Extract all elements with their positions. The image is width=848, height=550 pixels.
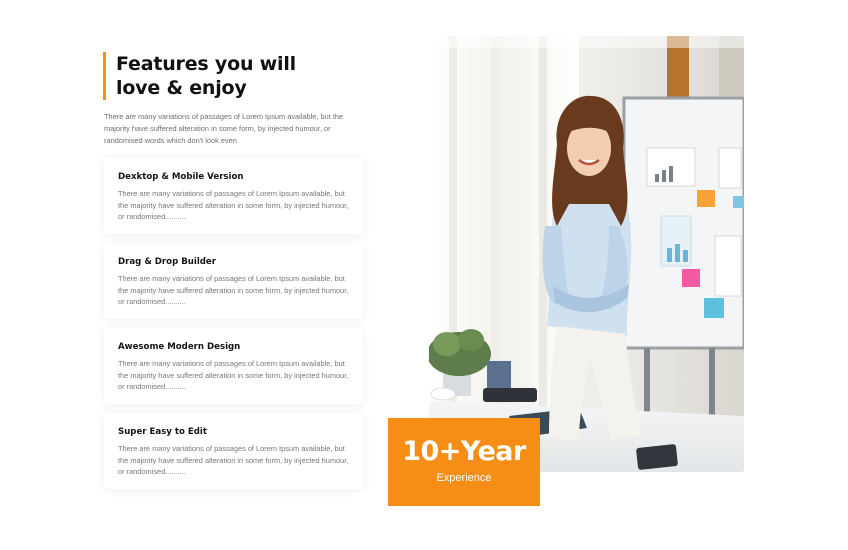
feature-description: There are many variations of passages of… <box>118 274 349 306</box>
feature-description: There are many variations of passages of… <box>118 444 349 476</box>
heading-line-1: Features you will <box>116 53 296 75</box>
feature-card-drag-drop: Drag & Drop Builder There are many varia… <box>104 243 363 319</box>
feature-card-desktop-mobile: Dexktop & Mobile Version There are many … <box>104 158 363 234</box>
feature-title: Super Easy to Edit <box>118 427 207 437</box>
office-woman-photo <box>429 36 744 472</box>
feature-title: Drag & Drop Builder <box>118 257 216 267</box>
feature-title: Awesome Modern Design <box>118 342 241 352</box>
section-heading: Features you will love & enjoy <box>103 52 363 100</box>
experience-years: 10+Year <box>402 436 526 467</box>
experience-badge: 10+Year Experience <box>388 418 540 506</box>
heading-line-2: love & enjoy <box>116 77 247 99</box>
feature-card-modern-design: Awesome Modern Design There are many var… <box>104 328 363 404</box>
feature-title: Dexktop & Mobile Version <box>118 172 244 182</box>
feature-description: There are many variations of passages of… <box>118 189 349 221</box>
experience-label: Experience <box>436 472 492 484</box>
feature-card-easy-edit: Super Easy to Edit There are many variat… <box>104 413 363 489</box>
intro-paragraph: There are many variations of passages of… <box>104 112 344 145</box>
feature-description: There are many variations of passages of… <box>118 359 349 391</box>
